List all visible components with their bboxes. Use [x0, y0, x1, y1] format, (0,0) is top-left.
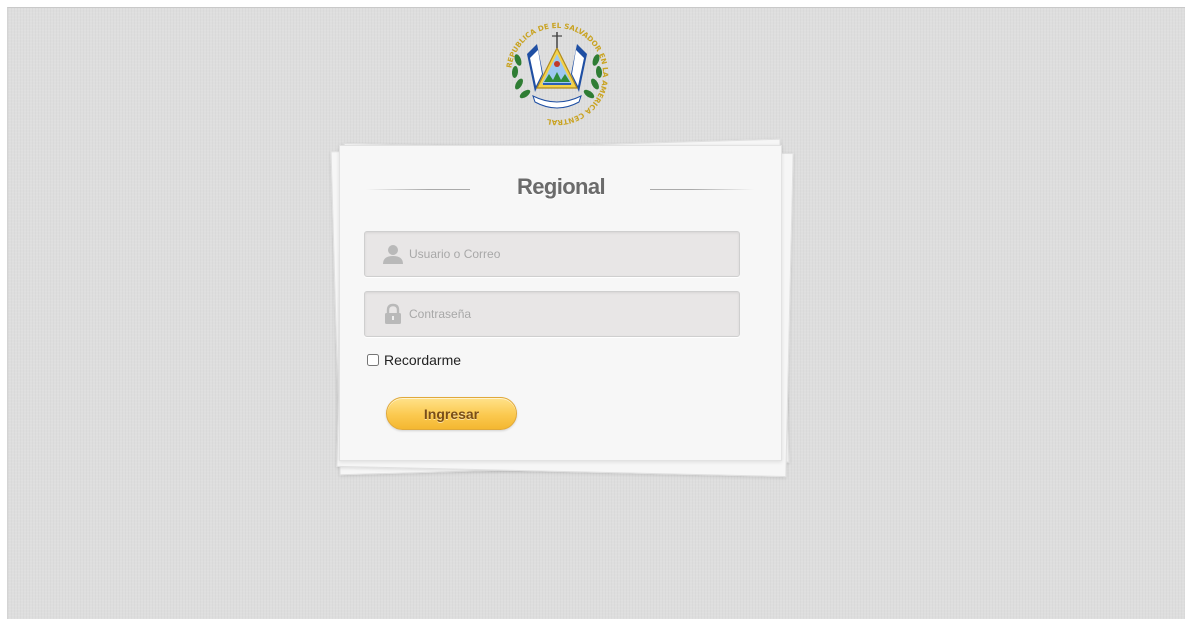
login-submit-button[interactable]: Ingresar — [386, 397, 517, 430]
username-field[interactable] — [364, 231, 740, 277]
form-header: Regional — [366, 174, 756, 204]
coat-of-arms-emblem: REPUBLICA DE EL SALVADOR EN LA AMERICA C… — [504, 21, 610, 127]
title-divider-right — [650, 189, 754, 190]
password-field[interactable] — [364, 291, 740, 337]
login-form: Regional Recordarme Ingresar — [339, 145, 782, 461]
user-icon — [383, 245, 403, 264]
remember-me-row: Recordarme — [367, 351, 461, 369]
remember-me-checkbox[interactable] — [367, 354, 379, 366]
username-input[interactable] — [409, 232, 729, 276]
remember-me-label[interactable]: Recordarme — [384, 352, 461, 368]
password-input[interactable] — [409, 292, 729, 336]
form-title: Regional — [516, 174, 606, 199]
lock-icon — [385, 303, 401, 324]
title-divider-left — [366, 189, 470, 190]
page-background: REPUBLICA DE EL SALVADOR EN LA AMERICA C… — [7, 7, 1185, 619]
